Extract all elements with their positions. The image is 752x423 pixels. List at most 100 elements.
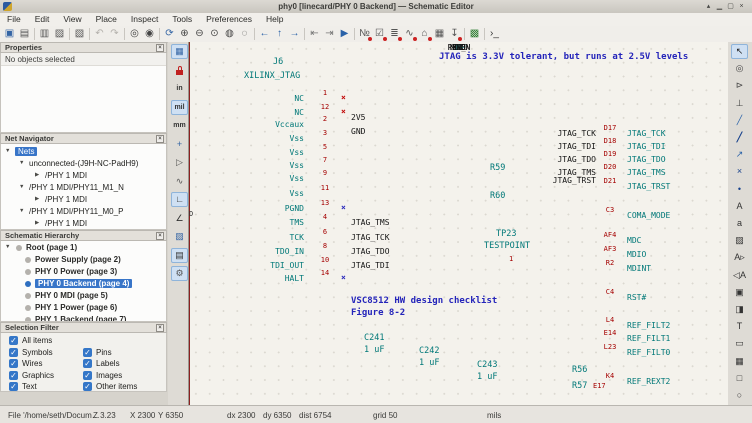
crosshair-style-button[interactable]: + [171, 137, 188, 152]
close-icon[interactable]: × [156, 232, 164, 240]
tree-expander-icon[interactable]: ▶ [35, 220, 39, 226]
net-tree-item[interactable]: /PHY 1 MDI [45, 219, 87, 228]
no-connect-icon[interactable]: × [341, 203, 346, 212]
draw-bus-button[interactable]: ╱ [731, 130, 748, 145]
find-and-replace-button[interactable]: ◉ [142, 27, 157, 41]
page-settings-button[interactable]: ▤ [17, 27, 32, 41]
net-label-2v5[interactable]: 2V5 [351, 113, 365, 122]
draw-rule-area-button[interactable]: ▨ [731, 233, 748, 248]
filter-checkbox-symbols[interactable]: ✓ [9, 348, 18, 357]
pin-name[interactable]: Vss [290, 174, 304, 183]
pin-name[interactable]: HALT [285, 274, 304, 283]
component-reference[interactable]: TP23 [496, 230, 516, 239]
place-power-port-button[interactable]: ⊥ [731, 96, 748, 111]
enter-sheet-button[interactable]: ⇥ [322, 27, 337, 41]
paste-button[interactable]: ▧ [72, 27, 87, 41]
pin-name[interactable]: RST# [627, 293, 646, 302]
net-label[interactable]: JTAG_TDO [557, 155, 596, 164]
tree-expander-icon[interactable]: ▶ [35, 172, 39, 178]
symbol-checker-button[interactable]: ☑ [372, 27, 387, 41]
symbol-fields-table-button[interactable]: ▦ [432, 27, 447, 41]
hierarchy-sheet-item[interactable]: Power Supply (page 2) [35, 255, 121, 264]
net-tree-item[interactable]: unconnected-(J9H-NC-PadH9) [29, 159, 138, 168]
component-reference[interactable]: R60 [490, 192, 505, 201]
navigate-up-button[interactable]: ↑ [272, 27, 287, 41]
pin-name[interactable]: NC [294, 94, 304, 103]
place-bus-entry-button[interactable]: ↗ [731, 147, 748, 162]
place-net-class-directive-button[interactable]: a [731, 216, 748, 231]
place-no-connect-button[interactable]: × [731, 164, 748, 179]
hierarchy-sheet-item[interactable]: Root (page 1) [26, 243, 77, 252]
pin-name[interactable]: REF_REXT2 [627, 377, 670, 386]
zoom-in-button[interactable]: ⊕ [177, 27, 192, 41]
net-label[interactable]: JTAG_TCK [351, 233, 390, 242]
draw-circle-button[interactable]: ○ [731, 388, 748, 403]
filter-checkbox-all-items[interactable]: ✓ [9, 336, 18, 345]
close-button[interactable]: × [736, 1, 747, 12]
toggle-grid-button[interactable]: ▦ [171, 44, 188, 59]
pin-name[interactable]: JTAG_TCK [627, 129, 666, 138]
title-bar[interactable]: phy0 [linecard/PHY 0 Backend] — Schemati… [0, 0, 752, 14]
assign-footprints-button[interactable]: ⌂ [417, 27, 432, 41]
tree-expander-icon[interactable]: ▼ [5, 148, 10, 154]
hierarchy-sheet-item[interactable]: PHY 1 Power (page 6) [35, 303, 117, 312]
navigate-forward-button[interactable]: → [287, 27, 302, 41]
menu-item-help[interactable]: Help [259, 13, 290, 26]
pin-name[interactable]: REF_FILT2 [627, 321, 670, 330]
minimize-button[interactable]: ▁ [714, 1, 725, 12]
schematic-hierarchy-panel-header[interactable]: Schematic Hierarchy × [0, 230, 167, 241]
filter-checkbox-wires[interactable]: ✓ [9, 359, 18, 368]
net-tree-item[interactable]: /PHY 1 MDI/PHY11_M0_P [29, 207, 123, 216]
zoom-to-objects-button[interactable]: ◍ [222, 27, 237, 41]
note-checklist[interactable]: VSC8512 HW design checklist [351, 296, 497, 306]
component-value[interactable]: TESTPOINT [484, 242, 530, 251]
pin-name[interactable]: NC [294, 108, 304, 117]
place-table-button[interactable]: ▦ [731, 354, 748, 369]
show-op-values-button[interactable]: ∿ [171, 174, 188, 189]
wire[interactable] [189, 42, 190, 405]
pin-name[interactable]: MDIO [627, 250, 646, 259]
place-symbol-button[interactable]: ⊳ [731, 78, 748, 93]
draw-rectangle-button[interactable]: □ [731, 371, 748, 386]
filter-checkbox-pins[interactable]: ✓ [83, 348, 92, 357]
pin-name[interactable]: JTAG_TDO [627, 155, 666, 164]
navigate-back-button[interactable]: ← [257, 27, 272, 41]
save-button[interactable]: ▣ [2, 27, 17, 41]
place-text-button[interactable]: T [731, 319, 748, 334]
units-inches-button[interactable]: in [171, 81, 188, 96]
simulator-button[interactable]: ∿ [402, 27, 417, 41]
net-tree-item[interactable]: /PHY 1 MDI [45, 171, 87, 180]
schematic-canvas[interactable]: DJTAG is 3.3V tolerant, but runs at 2.5V… [188, 42, 730, 405]
open-pcb-editor-button[interactable]: ▩ [467, 27, 482, 41]
filter-checkbox-labels[interactable]: ✓ [83, 359, 92, 368]
hierarchy-sheet-item[interactable]: PHY 0 MDI (page 5) [35, 291, 108, 300]
properties-pane-toggle-button[interactable]: ▤ [171, 248, 188, 263]
tree-expander-icon[interactable]: ▼ [19, 160, 24, 166]
pin-name[interactable]: JTAG_TRST [627, 182, 670, 191]
tree-expander-icon[interactable]: ▼ [19, 208, 24, 214]
component-value[interactable]: 1 uF [477, 373, 497, 382]
filter-checkbox-text[interactable]: ✓ [9, 382, 18, 391]
menu-item-edit[interactable]: Edit [28, 13, 57, 26]
pin-name[interactable]: MDINT [627, 264, 651, 273]
plot-button[interactable]: ▨ [52, 27, 67, 41]
place-junction-button[interactable]: • [731, 182, 748, 197]
export-netlist-button[interactable]: ↧ [447, 27, 462, 41]
filter-checkbox-graphics[interactable]: ✓ [9, 371, 18, 380]
erc-button[interactable]: ≣ [387, 27, 402, 41]
net-label[interactable]: JTAG_TMS [351, 218, 390, 227]
filter-checkbox-images[interactable]: ✓ [83, 371, 92, 380]
tree-expander-icon[interactable]: ▶ [35, 196, 39, 202]
no-connect-icon[interactable]: × [341, 273, 346, 282]
leave-sheet-button[interactable]: ⇤ [307, 27, 322, 41]
hv-wire-mode-button[interactable]: ∟ [171, 192, 188, 207]
net-label-gnd[interactable]: GND [351, 127, 365, 136]
net-label[interactable]: JTAG_TCK [557, 129, 596, 138]
tree-expander-icon[interactable]: ▼ [5, 244, 10, 250]
hierarchy-sheet-item[interactable]: PHY 0 Power (page 3) [35, 267, 117, 276]
pin-name[interactable]: TDO_IN [275, 247, 304, 256]
pin-name[interactable]: REF_FILT1 [627, 334, 670, 343]
any-angle-wire-mode-button[interactable]: ∠ [171, 211, 188, 226]
net-label[interactable]: JTAG_TDI [557, 142, 596, 151]
maximize-button[interactable]: ▢ [725, 1, 736, 12]
